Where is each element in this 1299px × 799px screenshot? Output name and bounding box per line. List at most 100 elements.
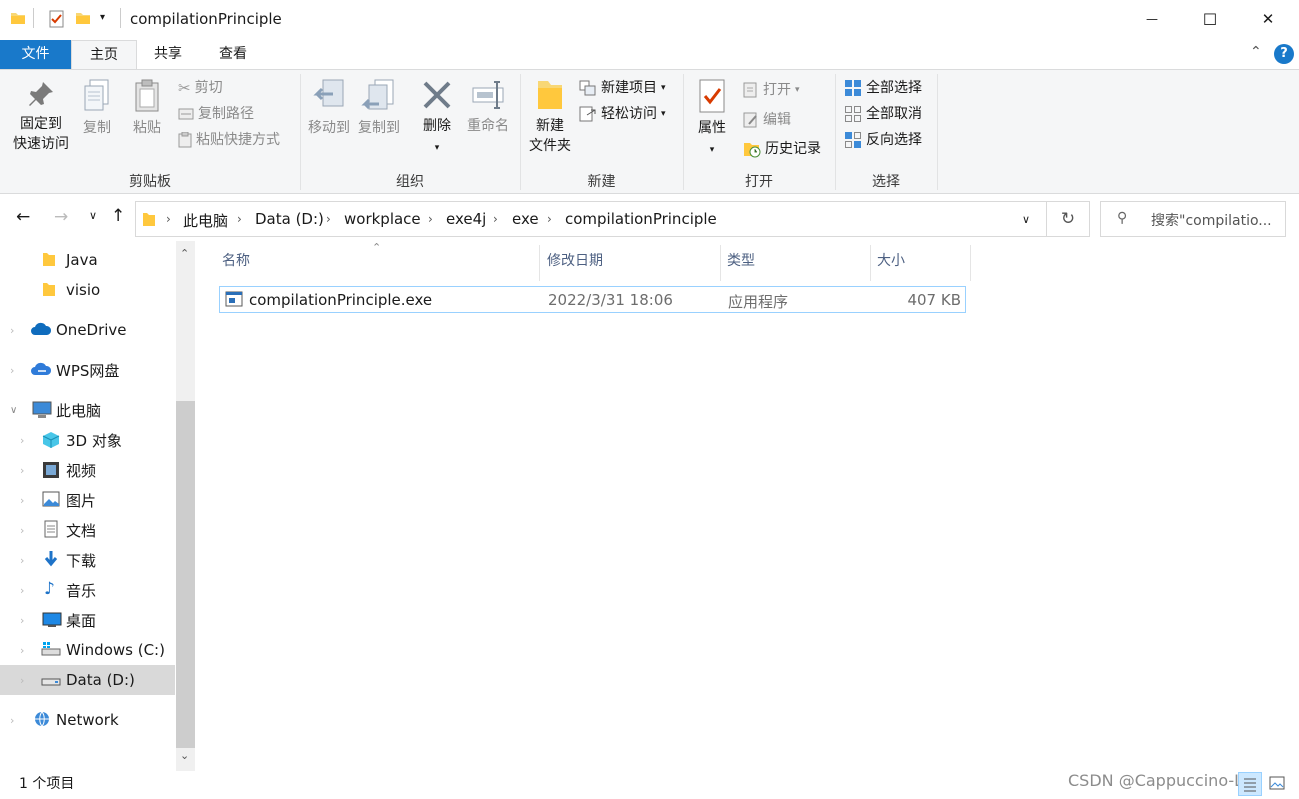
expand-chevron-icon[interactable]: ›: [20, 674, 24, 687]
expand-chevron-icon[interactable]: ›: [20, 584, 24, 597]
expand-chevron-icon[interactable]: ›: [20, 464, 24, 477]
breadcrumb-this-pc[interactable]: 此电脑: [183, 210, 228, 231]
move-to-button[interactable]: 移动到: [304, 78, 354, 138]
select-all-button[interactable]: 全部选择: [844, 77, 922, 99]
edit-button[interactable]: 编辑: [743, 109, 791, 131]
nav-item-onedrive[interactable]: › OneDrive: [0, 315, 175, 345]
copy-path-button[interactable]: 复制路径: [178, 103, 254, 125]
nav-item-videos[interactable]: › 视频: [0, 455, 175, 485]
expand-chevron-icon[interactable]: ›: [10, 324, 14, 337]
watermark: CSDN @Cappuccino-Luo: [1068, 771, 1263, 790]
large-icons-view-button[interactable]: [1266, 772, 1290, 796]
column-divider[interactable]: [970, 245, 971, 281]
back-arrow-icon[interactable]: ←: [16, 207, 30, 227]
nav-item-java[interactable]: Java: [0, 245, 175, 275]
minimize-button[interactable]: —: [1123, 0, 1181, 38]
recent-locations-chevron-icon[interactable]: ∨: [89, 209, 97, 222]
expand-chevron-icon[interactable]: ›: [20, 524, 24, 537]
breadcrumb-chevron-icon[interactable]: ›: [428, 212, 433, 226]
breadcrumb-chevron-icon[interactable]: ›: [166, 212, 171, 226]
select-none-label: 全部取消: [866, 106, 922, 122]
paste-shortcut-button[interactable]: 粘贴快捷方式: [178, 129, 280, 151]
nav-item-network[interactable]: › Network: [0, 705, 175, 735]
table-row[interactable]: compilationPrinciple.exe 2022/3/31 18:06…: [219, 286, 966, 313]
expand-chevron-icon[interactable]: ›: [20, 434, 24, 447]
help-icon[interactable]: ?: [1274, 44, 1294, 64]
collapse-ribbon-icon[interactable]: ⌃: [1250, 44, 1262, 60]
nav-item-this-pc[interactable]: ∨ 此电脑: [0, 395, 175, 425]
nav-item-label: 下载: [66, 551, 97, 570]
pin-quick-access-button[interactable]: 固定到 快速访问: [6, 78, 76, 154]
up-arrow-icon[interactable]: ↑: [111, 206, 125, 226]
nav-item-windows-c[interactable]: › Windows (C:): [0, 635, 175, 665]
nav-item-music[interactable]: › ♪ 音乐: [0, 575, 175, 605]
address-bar[interactable]: › 此电脑 › Data (D:) › workplace › exe4j › …: [135, 201, 1047, 237]
column-header-size[interactable]: 大小: [871, 249, 969, 281]
address-history-chevron-icon[interactable]: ∨: [1022, 213, 1030, 226]
breadcrumb-chevron-icon[interactable]: ›: [237, 212, 242, 226]
breadcrumb-chevron-icon[interactable]: ›: [493, 212, 498, 226]
expand-chevron-icon[interactable]: ›: [10, 714, 14, 727]
close-button[interactable]: ✕: [1239, 0, 1297, 38]
nav-item-visio[interactable]: visio: [0, 275, 175, 305]
forward-arrow-icon[interactable]: →: [54, 207, 68, 227]
paste-button[interactable]: 粘贴: [124, 78, 170, 138]
copy-button[interactable]: 复制: [74, 78, 120, 138]
new-folder-quick-icon[interactable]: [75, 10, 91, 30]
expand-chevron-icon[interactable]: ›: [20, 554, 24, 567]
maximize-button[interactable]: ☐: [1181, 0, 1239, 38]
nav-item-data-d[interactable]: › Data (D:): [0, 665, 175, 695]
new-folder-button[interactable]: 新建 文件夹: [523, 78, 577, 156]
divider: [33, 8, 34, 28]
breadcrumb-current-folder[interactable]: compilationPrinciple: [565, 210, 717, 228]
select-none-button[interactable]: 全部取消: [844, 103, 922, 125]
column-header-modified[interactable]: 修改日期: [541, 249, 719, 281]
column-divider[interactable]: [539, 245, 540, 281]
invert-selection-button[interactable]: 反向选择: [844, 129, 922, 151]
cut-button[interactable]: ✂ 剪切: [178, 77, 223, 99]
rename-button[interactable]: 重命名: [462, 78, 514, 136]
scroll-up-icon[interactable]: ⌃: [180, 247, 189, 260]
nav-item-downloads[interactable]: › 下载: [0, 545, 175, 575]
column-header-name[interactable]: 名称: [216, 249, 538, 281]
properties-quick-icon[interactable]: [48, 10, 66, 32]
scroll-down-icon[interactable]: ⌄: [180, 749, 189, 762]
details-view-button[interactable]: [1238, 772, 1262, 796]
tab-share[interactable]: 共享: [138, 40, 198, 69]
expand-chevron-icon[interactable]: ›: [20, 494, 24, 507]
customize-quick-access-icon[interactable]: ▾: [100, 12, 105, 23]
desktop-icon: [42, 612, 62, 630]
expand-chevron-icon[interactable]: ›: [10, 364, 14, 377]
nav-item-documents[interactable]: › 文档: [0, 515, 175, 545]
breadcrumb-exe4j[interactable]: exe4j: [446, 210, 486, 228]
nav-scrollbar-thumb[interactable]: [176, 401, 195, 748]
breadcrumb-chevron-icon[interactable]: ›: [547, 212, 552, 226]
expand-chevron-icon[interactable]: ›: [20, 614, 24, 627]
breadcrumb-workplace[interactable]: workplace: [344, 210, 421, 228]
expand-chevron-icon[interactable]: ›: [20, 644, 24, 657]
open-button[interactable]: 打开 ▾: [743, 79, 800, 101]
delete-button[interactable]: 删除 ▾: [416, 78, 458, 158]
breadcrumb-chevron-icon[interactable]: ›: [326, 212, 331, 226]
rename-label: 重命名: [467, 118, 509, 134]
tab-file[interactable]: 文件: [0, 40, 71, 69]
nav-item-3d-objects[interactable]: › 3D 对象: [0, 425, 175, 455]
new-item-button[interactable]: 新建项目 ▾: [579, 77, 666, 99]
nav-item-pictures[interactable]: › 图片: [0, 485, 175, 515]
breadcrumb-data-drive[interactable]: Data (D:): [255, 210, 324, 228]
refresh-button[interactable]: ↻: [1047, 201, 1090, 237]
breadcrumb-exe[interactable]: exe: [512, 210, 539, 228]
easy-access-button[interactable]: 轻松访问 ▾: [579, 103, 666, 125]
tab-home[interactable]: 主页: [71, 40, 137, 70]
copy-to-button[interactable]: 复制到: [354, 78, 404, 138]
new-folder-label-line2: 文件夹: [529, 138, 571, 154]
nav-item-wps-drive[interactable]: › WPS网盘: [0, 355, 175, 385]
collapse-chevron-icon[interactable]: ∨: [10, 405, 17, 416]
search-box[interactable]: ⚲ 搜索"compilatio...: [1100, 201, 1286, 237]
history-button[interactable]: 历史记录: [743, 138, 821, 160]
properties-button[interactable]: 属性 ▾: [690, 78, 734, 160]
nav-item-desktop[interactable]: › 桌面: [0, 605, 175, 635]
copy-label: 复制: [83, 120, 111, 136]
column-header-type[interactable]: 类型: [721, 249, 869, 281]
tab-view[interactable]: 查看: [203, 40, 263, 69]
